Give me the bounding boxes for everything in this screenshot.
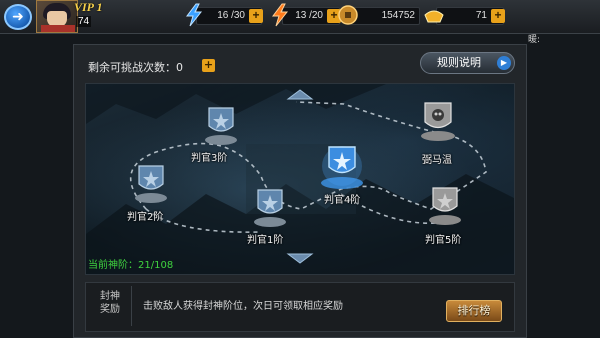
status-text: 暖: (527, 35, 540, 45)
coin-counter: 154752 (338, 5, 420, 25)
shield-icon (429, 187, 461, 225)
map-node-boss[interactable] (420, 100, 456, 146)
node-label-judge-1: 判官1阶 (247, 235, 284, 246)
map-node-judge-5[interactable] (428, 184, 462, 230)
map-node-judge-4-current[interactable] (320, 142, 364, 194)
divider (131, 286, 132, 326)
stamina-counter: 16 /30 + (186, 3, 263, 27)
node-label-judge-4: 判官4阶 (324, 195, 361, 206)
node-label-judge-2: 判官2阶 (127, 212, 164, 223)
leaderboard-button[interactable]: 排行榜 (446, 300, 502, 322)
back-arrow-icon[interactable]: ➜ (4, 4, 32, 30)
add-stamina-button[interactable]: + (249, 9, 263, 23)
add-attempts-button[interactable]: + (202, 59, 215, 72)
current-rank-label: 当前神阶：21/108 (88, 260, 174, 271)
play-arrow-icon: ▶ (497, 56, 511, 70)
node-label-judge-3: 判官3阶 (191, 153, 228, 164)
rules-button[interactable]: 规则说明 ▶ (420, 52, 515, 74)
player-avatar[interactable] (36, 0, 78, 33)
ingot-counter: 71 + (424, 7, 505, 25)
map-node-judge-2[interactable] (134, 162, 168, 208)
shield-icon (135, 165, 167, 203)
map-node-judge-1[interactable] (253, 186, 287, 232)
node-label-judge-5: 判官5阶 (425, 235, 462, 246)
energy-bolt-icon (272, 3, 289, 27)
reward-title: 封神 奖励 (100, 291, 120, 315)
player-level: 74 (76, 16, 92, 27)
add-ingot-button[interactable]: + (491, 9, 505, 23)
scroll-down-icon[interactable] (285, 253, 315, 265)
shield-icon (205, 107, 237, 145)
scroll-up-icon[interactable] (285, 88, 315, 100)
stamina-bolt-icon (186, 3, 203, 27)
glowing-shield-icon (321, 146, 363, 189)
energy-counter: 13 /20 + (272, 3, 341, 27)
remaining-attempts-label: 剩余可挑战次数：0 (88, 61, 183, 74)
map-node-judge-3[interactable] (204, 104, 238, 150)
coin-icon (338, 5, 358, 25)
skull-shield-icon (421, 102, 455, 141)
shield-icon (254, 189, 286, 227)
reward-description: 击败敌人获得封神阶位，次日可领取相应奖励 (143, 301, 343, 312)
vip-label: VIP 1 (74, 0, 103, 14)
ingot-icon (424, 10, 444, 23)
node-label-boss: 弼马温 (422, 155, 452, 166)
